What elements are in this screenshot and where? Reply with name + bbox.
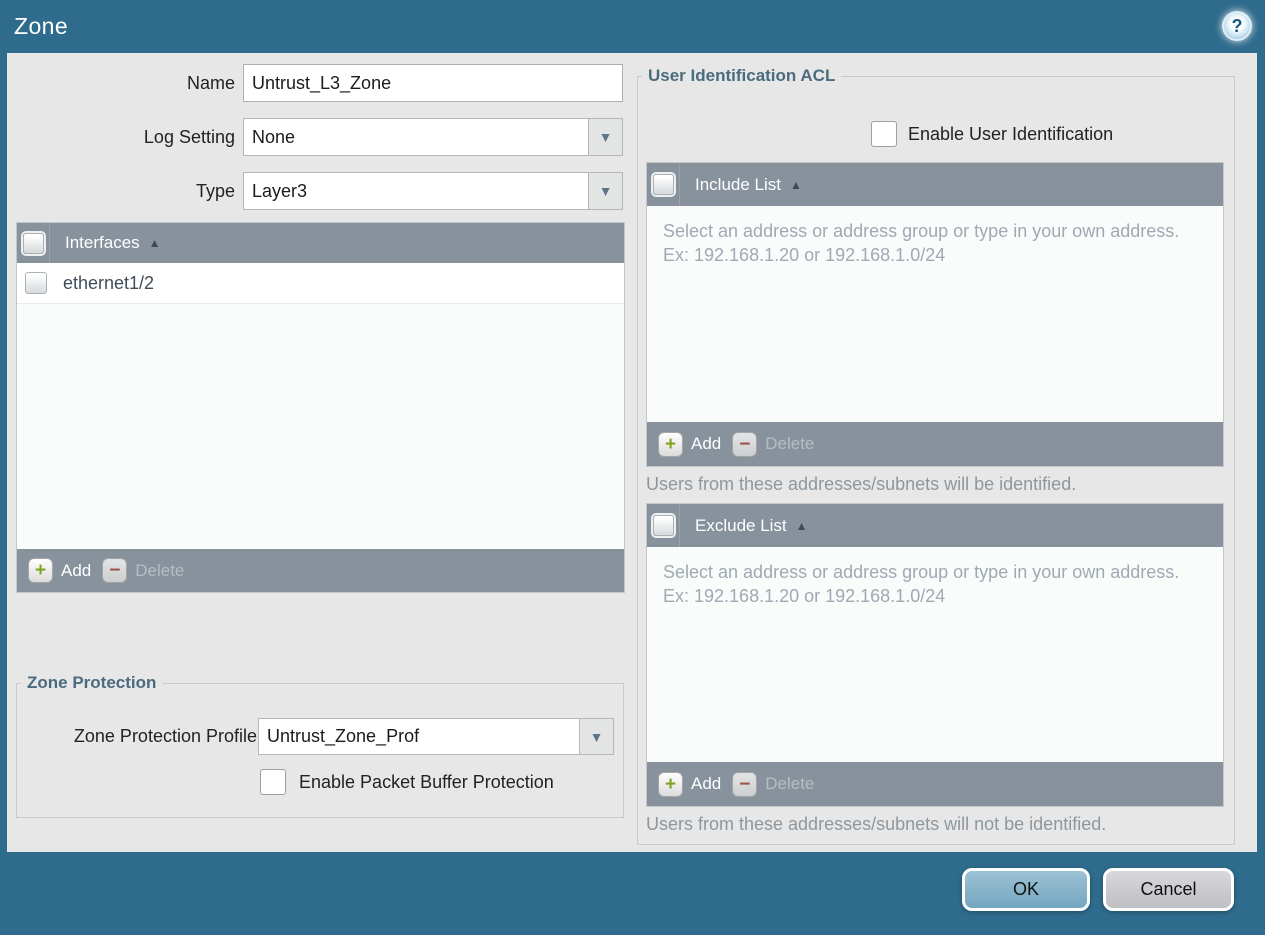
log-setting-select[interactable]: None ▼ [243, 118, 623, 156]
minus-icon: − [102, 558, 128, 583]
zone-protection-profile-select[interactable]: Untrust_Zone_Prof ▼ [258, 718, 614, 755]
dropdown-arrow-glyph: ▼ [598, 183, 613, 199]
zone-dialog-window: Zone ? Name Log Setting None ▼ Type Laye… [0, 0, 1265, 935]
add-include-button[interactable]: + Add [658, 431, 722, 457]
plus-icon: + [658, 431, 683, 457]
header-checkbox-cell [647, 163, 680, 206]
zone-protection-legend: Zone Protection [27, 673, 157, 692]
zone-protection-section: Zone Protection Zone Protection Profile … [16, 673, 624, 818]
interfaces-table: Interfaces ▲ ethernet1/2 + Add − Delete [16, 222, 625, 593]
help-icon[interactable]: ? [1222, 11, 1252, 41]
enable-user-identification-label: Enable User Identification [908, 124, 1114, 144]
chevron-down-icon[interactable]: ▼ [580, 719, 613, 754]
sort-ascending-icon[interactable]: ▲ [796, 519, 808, 533]
plus-glyph: + [34, 560, 47, 581]
minus-glyph: − [739, 433, 751, 455]
dropdown-arrow-glyph: ▼ [589, 728, 604, 745]
add-exclude-button[interactable]: + Add [658, 771, 722, 797]
include-list-body[interactable]: Select an address or address group or ty… [647, 206, 1223, 422]
type-value: Layer3 [244, 173, 589, 209]
add-label: Add [691, 434, 722, 453]
select-all-include-checkbox[interactable] [652, 174, 674, 195]
include-list-header: Include List ▲ [647, 163, 1223, 206]
exclude-list-body[interactable]: Select an address or address group or ty… [647, 547, 1223, 762]
header-checkbox-cell [647, 504, 680, 547]
include-list-table: Include List ▲ Select an address or addr… [646, 162, 1224, 467]
dialog-body: Name Log Setting None ▼ Type Layer3 ▼ In… [7, 53, 1257, 852]
cancel-button-label: Cancel [1140, 879, 1197, 899]
dropdown-arrow-glyph: ▼ [598, 129, 613, 145]
include-list-footer: + Add − Delete [647, 422, 1223, 466]
chevron-down-icon[interactable]: ▼ [589, 119, 622, 155]
minus-icon: − [732, 771, 758, 797]
interfaces-table-footer: + Add − Delete [17, 549, 624, 592]
exclude-list-column-header[interactable]: Exclude List [695, 516, 787, 536]
page-title: Zone [14, 13, 69, 39]
name-field[interactable] [243, 64, 623, 102]
minus-glyph: − [109, 560, 121, 581]
include-list-column-header[interactable]: Include List [695, 175, 781, 195]
select-all-exclude-checkbox[interactable] [652, 515, 674, 536]
user-identification-acl-legend: User Identification ACL [648, 66, 836, 85]
plus-glyph: + [664, 773, 677, 795]
enable-user-identification-checkbox[interactable] [871, 121, 897, 147]
exclude-list-caption: Users from these addresses/subnets will … [646, 814, 1107, 834]
delete-interface-button[interactable]: − Delete [102, 558, 184, 583]
interface-row-checkbox[interactable] [25, 272, 47, 294]
sort-ascending-icon[interactable]: ▲ [149, 236, 161, 250]
plus-glyph: + [664, 433, 677, 455]
cancel-button[interactable]: Cancel [1103, 868, 1234, 911]
interfaces-column-header[interactable]: Interfaces [65, 233, 140, 253]
exclude-list-footer: + Add − Delete [647, 762, 1223, 806]
delete-include-button[interactable]: − Delete [732, 431, 815, 457]
user-identification-acl-section: User Identification ACL Enable User Iden… [637, 66, 1235, 845]
delete-label: Delete [765, 434, 815, 453]
log-setting-value: None [244, 119, 589, 155]
type-label: Type [195, 181, 235, 201]
add-label: Add [691, 774, 722, 793]
ok-button[interactable]: OK [962, 868, 1090, 911]
enable-packet-buffer-protection-label: Enable Packet Buffer Protection [299, 772, 554, 792]
minus-glyph: − [739, 773, 751, 795]
interfaces-table-header: Interfaces ▲ [17, 223, 624, 263]
exclude-list-table: Exclude List ▲ Select an address or addr… [646, 503, 1224, 807]
exclude-list-header: Exclude List ▲ [647, 504, 1223, 547]
interface-name: ethernet1/2 [63, 272, 155, 293]
include-list-placeholder: Select an address or address group or ty… [663, 221, 1180, 266]
log-setting-label: Log Setting [143, 127, 235, 147]
chevron-down-icon[interactable]: ▼ [589, 173, 622, 209]
table-row[interactable]: ethernet1/2 [17, 263, 624, 304]
exclude-list-placeholder: Select an address or address group or ty… [663, 562, 1180, 607]
enable-packet-buffer-protection-checkbox[interactable] [260, 769, 286, 795]
interfaces-table-body: ethernet1/2 [17, 263, 624, 549]
include-list-caption: Users from these addresses/subnets will … [646, 474, 1077, 494]
add-interface-button[interactable]: + Add [28, 558, 91, 583]
question-mark-glyph: ? [1231, 15, 1243, 36]
delete-label: Delete [135, 560, 185, 580]
zone-protection-profile-label: Zone Protection Profile [73, 726, 257, 746]
title-bar: Zone [0, 0, 1265, 53]
minus-icon: − [732, 431, 758, 457]
select-all-interfaces-checkbox[interactable] [22, 232, 44, 254]
ok-button-label: OK [1012, 879, 1039, 899]
delete-label: Delete [765, 774, 815, 793]
add-label: Add [61, 560, 92, 580]
zone-protection-profile-value: Untrust_Zone_Prof [259, 719, 580, 754]
plus-icon: + [28, 558, 53, 583]
header-checkbox-cell [17, 223, 50, 263]
delete-exclude-button[interactable]: − Delete [732, 771, 815, 797]
plus-icon: + [658, 771, 683, 797]
type-select[interactable]: Layer3 ▼ [243, 172, 623, 210]
sort-ascending-icon[interactable]: ▲ [790, 178, 802, 192]
name-label: Name [186, 73, 235, 93]
